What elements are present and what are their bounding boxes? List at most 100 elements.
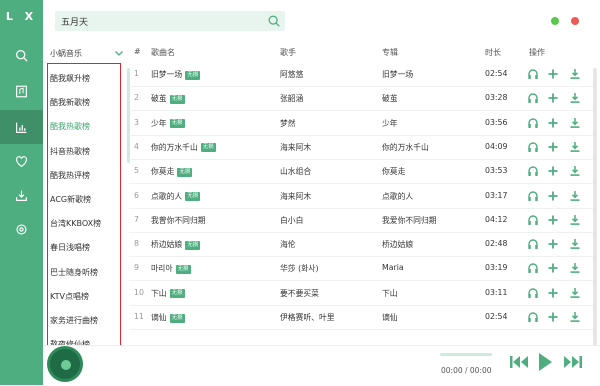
song-artist[interactable]: 伊格赛听、叶里 (280, 312, 335, 323)
song-title[interactable]: 破茧 无损 (151, 93, 185, 104)
table-row[interactable]: 1 旧梦一场 无损 阿悠悠 旧梦一场 02:54 (129, 64, 594, 88)
play-icon[interactable] (537, 352, 553, 372)
song-artist[interactable]: 要不要买菜 (280, 288, 319, 299)
search-input[interactable]: 五月天 (61, 15, 88, 28)
add-icon[interactable] (547, 141, 559, 153)
table-row[interactable]: 6 点歌的人 无损 海来阿木 点歌的人 03:17 (129, 186, 594, 209)
song-table-scrollbar[interactable] (593, 68, 597, 348)
headphones-icon[interactable] (527, 165, 539, 177)
row-actions (524, 92, 594, 106)
table-row[interactable]: 9 마리아 无损 华莎 (화사) Maria 03:19 (129, 258, 594, 282)
song-artist[interactable]: 华莎 (화사) (280, 263, 319, 274)
row-actions (524, 68, 594, 82)
download-icon[interactable] (569, 238, 581, 250)
song-artist[interactable]: 白小白 (280, 215, 303, 226)
table-row[interactable]: 10 下山 无损 要不要买菜 下山 03:11 (129, 283, 594, 306)
song-title[interactable]: 你的万水千山 无损 (151, 142, 216, 153)
nav-leaderboard[interactable] (0, 110, 43, 144)
source-select[interactable]: 小蜗音乐 (50, 46, 128, 62)
download-icon[interactable] (569, 165, 581, 177)
download-icon[interactable] (569, 190, 581, 202)
headphones-icon[interactable] (527, 190, 539, 202)
close-button[interactable] (571, 17, 579, 25)
song-album[interactable]: 少年 (382, 118, 398, 129)
download-icon[interactable] (569, 92, 581, 104)
headphones-icon[interactable] (527, 141, 539, 153)
song-title[interactable]: 下山 无损 (151, 288, 185, 299)
download-icon[interactable] (569, 262, 581, 274)
song-album[interactable]: 破茧 (382, 93, 398, 104)
headphones-icon[interactable] (527, 311, 539, 323)
song-artist[interactable]: 海伦 (280, 239, 296, 250)
headphones-icon[interactable] (527, 68, 539, 80)
download-icon[interactable] (569, 214, 581, 226)
add-icon[interactable] (547, 214, 559, 226)
download-icon[interactable] (569, 68, 581, 80)
nav-songlist[interactable] (0, 74, 43, 108)
song-artist[interactable]: 张韶涵 (280, 93, 303, 104)
song-title[interactable]: 少年 无损 (151, 118, 185, 129)
song-album[interactable]: 点歌的人 (382, 191, 413, 202)
add-icon[interactable] (547, 311, 559, 323)
table-row[interactable]: 5 你莫走 无损 山水组合 你莫走 03:53 (129, 161, 594, 185)
song-album[interactable]: 下山 (382, 288, 398, 299)
play-time: 00:00 / 00:00 (441, 366, 492, 375)
table-row[interactable]: 4 你的万水千山 无损 海来阿木 你的万水千山 04:09 (129, 137, 594, 160)
add-icon[interactable] (547, 68, 559, 80)
highlight-frame (47, 63, 121, 349)
headphones-icon[interactable] (527, 287, 539, 299)
table-row[interactable]: 11 谪仙 无损 伊格赛听、叶里 谪仙 02:54 (129, 307, 594, 331)
headphones-icon[interactable] (527, 214, 539, 226)
add-icon[interactable] (547, 117, 559, 129)
song-title[interactable]: 마리아 无损 (151, 263, 191, 274)
download-icon[interactable] (569, 287, 581, 299)
add-icon[interactable] (547, 262, 559, 274)
song-album[interactable]: 谪仙 (382, 312, 398, 323)
download-icon[interactable] (569, 311, 581, 323)
song-album[interactable]: 旧梦一场 (382, 69, 413, 80)
song-artist[interactable]: 山水组合 (280, 166, 311, 177)
song-title[interactable]: 旧梦一场 无损 (151, 69, 201, 80)
table-row[interactable]: 8 桥边姑娘 无损 海伦 桥边姑娘 02:48 (129, 234, 594, 258)
nav-settings[interactable] (0, 212, 43, 246)
song-artist[interactable]: 海来阿木 (280, 191, 311, 202)
previous-icon[interactable] (509, 354, 529, 370)
song-title[interactable]: 我曾你不同归期 (151, 215, 206, 226)
album-art[interactable] (47, 346, 83, 382)
song-album[interactable]: 我爱你不同归期 (382, 215, 437, 226)
song-artist[interactable]: 梦然 (280, 118, 296, 129)
song-album[interactable]: 你的万水千山 (382, 142, 429, 153)
minimize-button[interactable] (551, 17, 559, 25)
song-artist[interactable]: 阿悠悠 (280, 69, 303, 80)
song-title[interactable]: 谪仙 无损 (151, 312, 185, 323)
add-icon[interactable] (547, 287, 559, 299)
headphones-icon[interactable] (527, 117, 539, 129)
add-icon[interactable] (547, 238, 559, 250)
table-row[interactable]: 3 少年 无损 梦然 少年 03:56 (129, 113, 594, 136)
table-row[interactable]: 2 破茧 无损 张韶涵 破茧 03:28 (129, 88, 594, 112)
song-title[interactable]: 点歌的人 无损 (151, 191, 201, 202)
song-album[interactable]: Maria (382, 263, 404, 272)
song-artist[interactable]: 海来阿木 (280, 142, 311, 153)
download-icon[interactable] (569, 117, 581, 129)
add-icon[interactable] (547, 92, 559, 104)
song-title[interactable]: 你莫走 无损 (151, 166, 193, 177)
table-row[interactable]: 7 我曾你不同归期 白小白 我爱你不同归期 04:12 (129, 210, 594, 233)
song-album[interactable]: 桥边姑娘 (382, 239, 413, 250)
headphones-icon[interactable] (527, 92, 539, 104)
headphones-icon[interactable] (527, 262, 539, 274)
song-album[interactable]: 你莫走 (382, 166, 405, 177)
headphones-icon[interactable] (527, 238, 539, 250)
add-icon[interactable] (547, 190, 559, 202)
nav-search[interactable] (0, 38, 43, 72)
add-icon[interactable] (547, 165, 559, 177)
next-icon[interactable] (563, 354, 583, 370)
nav-download[interactable] (0, 178, 43, 212)
nav-favorites[interactable] (0, 144, 43, 178)
song-duration: 02:48 (485, 239, 508, 249)
search-icon[interactable] (267, 14, 281, 28)
search-box[interactable]: 五月天 (55, 11, 285, 31)
song-title[interactable]: 桥边姑娘 无损 (151, 239, 201, 250)
download-icon[interactable] (569, 141, 581, 153)
progress-bar[interactable] (440, 353, 492, 356)
